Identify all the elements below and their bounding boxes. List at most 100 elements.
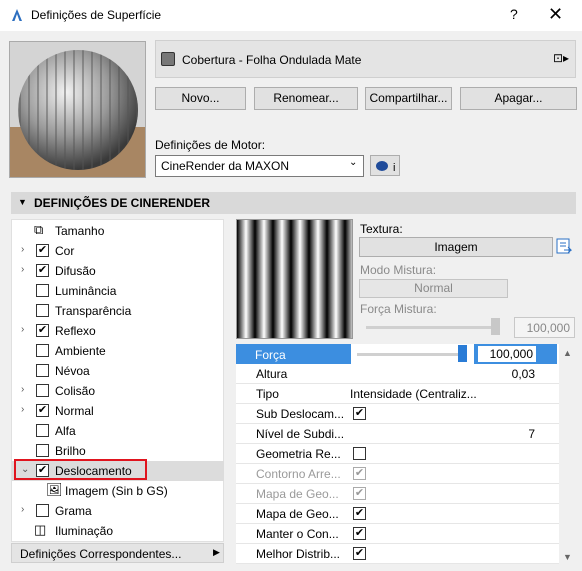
material-preview (9, 41, 146, 178)
property-value[interactable]: 7 (528, 427, 535, 441)
expand-chevron-icon[interactable]: › (21, 504, 24, 515)
channel-checkbox[interactable] (36, 284, 49, 297)
property-row[interactable]: Melhor Distrib... ✔ (236, 544, 559, 564)
property-checkbox[interactable]: ✔ (353, 547, 366, 560)
property-row[interactable]: Tipo Intensidade (Centraliz... (236, 384, 559, 404)
force-input[interactable]: 100,000 (478, 346, 536, 362)
tree-item[interactable]: Luminância (12, 281, 224, 301)
tree-item-label: Alfa (55, 424, 76, 438)
lighting-icon: ◫ (34, 522, 47, 537)
channel-checkbox[interactable] (36, 304, 49, 317)
chevron-down-icon: ⌄ (349, 157, 358, 168)
scroll-down-icon[interactable]: ▼ (563, 552, 572, 562)
section-title: DEFINIÇÕES DE CINERENDER (34, 196, 211, 210)
property-checkbox: ✔ (353, 467, 366, 480)
tree-item-label: Normal (55, 404, 94, 418)
property-row[interactable]: Mapa de Geo... ✔ (236, 484, 559, 504)
tree-item[interactable]: › ✔ Normal (12, 401, 224, 421)
tree-item[interactable]: › Colisão (12, 381, 224, 401)
tree-item-label: Grama (55, 504, 92, 518)
surface-menu-icon[interactable]: ⊡▸ (553, 51, 569, 65)
property-label: Sub Deslocam... (256, 407, 345, 421)
channel-checkbox[interactable] (36, 504, 49, 517)
texture-preview (236, 219, 353, 339)
tree-item[interactable]: 🖼 Imagem (Sin b GS) (12, 481, 224, 501)
force-label: Força (255, 348, 286, 362)
property-checkbox[interactable]: ✔ (353, 407, 366, 420)
force-slider[interactable] (357, 353, 465, 356)
property-label: Contorno Arre... (256, 467, 341, 481)
expand-chevron-icon[interactable]: › (21, 324, 24, 335)
tree-item[interactable]: Ambiente (12, 341, 224, 361)
tree-item-label: Colisão (55, 384, 96, 398)
tree-item-label: Imagem (Sin b GS) (65, 484, 168, 498)
tree-item-label: Reflexo (55, 324, 96, 338)
expand-chevron-icon[interactable]: › (21, 244, 24, 255)
property-row[interactable]: Nível de Subdi... 7 (236, 424, 559, 444)
tree-item[interactable]: › ✔ Difusão (12, 261, 224, 281)
channel-checkbox[interactable] (36, 424, 49, 437)
property-label: Altura (256, 367, 288, 381)
surface-name: Cobertura - Folha Ondulada Mate (182, 53, 362, 67)
expand-chevron-icon[interactable]: › (21, 404, 24, 415)
expand-chevron-icon[interactable]: › (21, 264, 24, 275)
engine-info-button[interactable]: i (370, 155, 400, 176)
property-row[interactable]: Altura 0,03 (236, 364, 559, 384)
tree-item[interactable]: Brilho (12, 441, 224, 461)
force-slider-thumb[interactable] (458, 345, 467, 362)
matching-settings-button[interactable]: Definições Correspondentes... (11, 543, 224, 563)
channel-checkbox[interactable]: ✔ (36, 244, 49, 257)
window-title: Definições de Superfície (31, 8, 162, 22)
archicad-logo-icon (12, 9, 22, 21)
channel-checkbox[interactable] (36, 364, 49, 377)
texture-browse-icon[interactable] (556, 238, 572, 256)
tree-item[interactable]: ◫ Iluminação (12, 521, 224, 541)
mix-force-slider (366, 326, 496, 329)
property-row[interactable]: Mapa de Geo... ✔ (236, 504, 559, 524)
tree-item[interactable]: Névoa (12, 361, 224, 381)
rename-button[interactable]: Renomear... (254, 87, 358, 110)
scroll-up-icon[interactable]: ▲ (563, 348, 572, 358)
expand-chevron-icon[interactable]: › (21, 384, 24, 395)
property-value[interactable]: 0,03 (512, 367, 535, 381)
surface-color-swatch[interactable] (161, 52, 175, 66)
property-row[interactable]: Manter o Con... ✔ (236, 524, 559, 544)
tree-item[interactable]: › ✔ Reflexo (12, 321, 224, 341)
channel-checkbox[interactable]: ✔ (36, 264, 49, 277)
property-row[interactable]: Sub Deslocam... ✔ (236, 404, 559, 424)
texture-image-button[interactable]: Imagem (359, 237, 553, 257)
delete-button[interactable]: Apagar... (460, 87, 577, 110)
channel-checkbox[interactable]: ✔ (36, 404, 49, 417)
image-icon: 🖼 (46, 482, 63, 497)
property-checkbox[interactable] (353, 447, 366, 460)
channel-checkbox[interactable]: ✔ (36, 324, 49, 337)
engine-value: CineRender da MAXON (161, 159, 290, 173)
tree-item-label: Brilho (55, 444, 86, 458)
new-button[interactable]: Novo... (155, 87, 246, 110)
property-checkbox[interactable]: ✔ (353, 507, 366, 520)
tree-item[interactable]: ⧉ Tamanho (12, 221, 224, 241)
property-checkbox[interactable]: ✔ (353, 527, 366, 540)
tree-item[interactable]: › ✔ Cor (12, 241, 224, 261)
tree-item[interactable]: Alfa (12, 421, 224, 441)
engine-select[interactable]: CineRender da MAXON (155, 155, 364, 177)
svg-text:i: i (393, 162, 395, 174)
engine-label: Definições de Motor: (155, 138, 266, 152)
property-label: Manter o Con... (256, 527, 339, 541)
property-row[interactable]: Geometria Re... (236, 444, 559, 464)
share-button[interactable]: Compartilhar... (365, 87, 452, 110)
channel-tree: ⧉ Tamanho › ✔ Cor › ✔ Difusão Luminância Transpar… (11, 219, 224, 542)
help-button[interactable]: ? (510, 6, 518, 22)
channel-checkbox[interactable] (36, 344, 49, 357)
tree-item[interactable]: › Grama (12, 501, 224, 521)
close-button[interactable]: ✕ (548, 4, 563, 25)
mix-mode-label: Modo Mistura: (360, 263, 437, 277)
engine-info-icon: i (376, 161, 395, 174)
property-value[interactable]: Intensidade (Centraliz... (350, 387, 477, 401)
channel-checkbox[interactable] (36, 384, 49, 397)
tree-item[interactable]: Transparência (12, 301, 224, 321)
channel-checkbox[interactable] (36, 444, 49, 457)
property-row[interactable]: Contorno Arre... ✔ (236, 464, 559, 484)
force-row-selected[interactable] (236, 344, 351, 364)
property-label: Mapa de Geo... (256, 487, 339, 501)
